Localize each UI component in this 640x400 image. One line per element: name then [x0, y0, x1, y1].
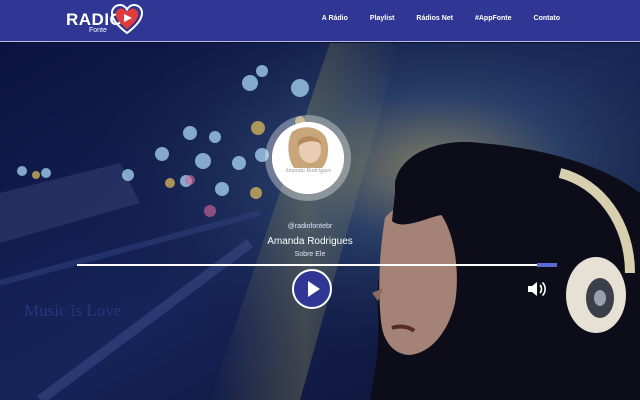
brand-logo[interactable]: RADIO Fonte	[66, 3, 146, 39]
album-cover: Amanda Rodrigues	[272, 122, 344, 194]
progress-buffer	[537, 263, 557, 267]
nav-item-a-radio[interactable]: A Rádio	[322, 15, 348, 29]
hero-background-image	[0, 43, 640, 400]
album-cover-art	[272, 122, 344, 194]
hero-tagline: Music is Love	[24, 301, 122, 320]
top-header: RADIO Fonte A Rádio Playlist Rádios Net …	[0, 0, 640, 42]
artist-name: Amanda Rodrigues	[267, 236, 353, 247]
volume-icon[interactable]	[527, 280, 547, 298]
brand-sub: Fonte	[89, 27, 107, 34]
nav-item-contato[interactable]: Contato	[534, 15, 560, 29]
song-title: Sobre Ele	[294, 251, 326, 258]
cover-signature: Amanda Rodrigues	[284, 168, 332, 174]
progress-track[interactable]	[77, 264, 557, 266]
main-nav: A Rádio Playlist Rádios Net #AppFonte Co…	[300, 15, 560, 29]
play-icon	[308, 281, 320, 297]
hero-background: Music is Love	[0, 43, 640, 400]
heart-play-logo-icon	[110, 3, 144, 35]
nav-item-playlist[interactable]: Playlist	[370, 15, 395, 29]
nav-item-radios-net[interactable]: Rádios Net	[416, 15, 453, 29]
station-handle: @radiofontebr	[287, 223, 333, 230]
play-button[interactable]	[292, 269, 332, 309]
nav-item-app-fonte[interactable]: #AppFonte	[475, 15, 512, 29]
